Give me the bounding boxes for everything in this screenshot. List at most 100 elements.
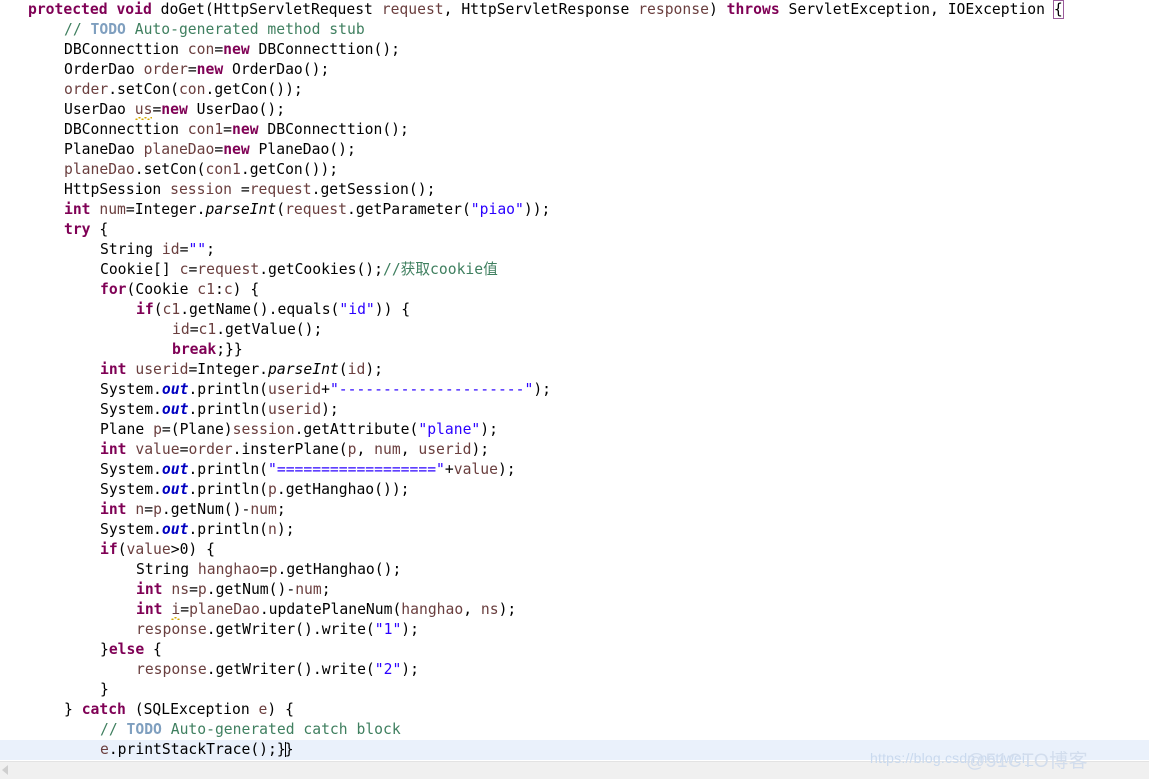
code-line[interactable]: if(value>0) {: [0, 540, 1149, 560]
code-line[interactable]: }else {: [0, 640, 1149, 660]
code-token-plain: =: [223, 121, 233, 138]
code-line[interactable]: DBConnecttion con=new DBConnecttion();: [0, 40, 1149, 60]
code-token-lvar: id: [172, 321, 190, 338]
code-token-kw: void: [116, 1, 152, 18]
code-token-lvar: order: [143, 61, 188, 78]
code-token-plain: }: [64, 701, 82, 718]
code-token-str: "": [188, 241, 207, 258]
code-line[interactable]: int userid=Integer.parseInt(id);: [0, 360, 1149, 380]
code-line[interactable]: System.out.println(userid+"-------------…: [0, 380, 1149, 400]
code-token-smeth: parseInt: [268, 361, 339, 378]
code-line[interactable]: Cookie[] c=request.getCookies();//获取cook…: [0, 260, 1149, 280]
code-line[interactable]: int value=order.insterPlane(p, num, user…: [0, 440, 1149, 460]
code-token-plain: Plane: [100, 421, 154, 438]
code-line[interactable]: String id="";: [0, 240, 1149, 260]
code-token-plain: +: [321, 381, 330, 398]
code-token-kw: int: [136, 601, 163, 618]
code-line[interactable]: int num=Integer.parseInt(request.getPara…: [0, 200, 1149, 220]
code-line[interactable]: int i=planeDao.updatePlaneNum(hanghao, n…: [0, 600, 1149, 620]
code-token-kw: new: [232, 121, 259, 138]
code-token-plain: =Integer.: [125, 201, 206, 218]
code-token-plain: String: [100, 241, 162, 258]
code-line[interactable]: System.out.println(userid);: [0, 400, 1149, 420]
code-token-plain: .insterPlane(: [232, 441, 348, 458]
code-token-cmt: //: [64, 21, 91, 38]
code-token-plain: .updatePlaneNum(: [259, 601, 402, 618]
code-line-content: System.out.println(userid);: [0, 400, 1149, 420]
code-line[interactable]: }: [0, 680, 1149, 700]
code-token-lvar: c: [223, 281, 233, 298]
code-token-lvar: num: [250, 501, 277, 518]
code-line[interactable]: try {: [0, 220, 1149, 240]
code-line-content: DBConnecttion con1=new DBConnecttion();: [0, 120, 1149, 140]
code-line[interactable]: int ns=p.getNum()-num;: [0, 580, 1149, 600]
code-line[interactable]: } catch (SQLException e) {: [0, 700, 1149, 720]
code-token-plain: );: [401, 621, 419, 638]
code-token-field: out: [161, 401, 189, 418]
code-token-field: out: [161, 481, 189, 498]
code-token-kw: new: [196, 61, 224, 78]
code-line[interactable]: OrderDao order=new OrderDao();: [0, 60, 1149, 80]
code-line[interactable]: order.setCon(con.getCon());: [0, 80, 1149, 100]
code-line-content: order.setCon(con.getCon());: [0, 80, 1149, 100]
code-token-lvar: id: [347, 361, 366, 378]
code-line[interactable]: protected void doGet(HttpServletRequest …: [0, 0, 1149, 20]
code-line[interactable]: id=c1.getValue();: [0, 320, 1149, 340]
code-line[interactable]: response.getWriter().write("2");: [0, 660, 1149, 680]
code-line[interactable]: System.out.println("=================="+…: [0, 460, 1149, 480]
code-token-plain: System.: [100, 461, 162, 478]
code-token-lvar: n: [268, 521, 277, 538]
code-token-plain: .getAttribute(: [294, 421, 419, 438]
code-line[interactable]: break;}}: [0, 340, 1149, 360]
code-editor[interactable]: protected void doGet(HttpServletRequest …: [0, 0, 1149, 779]
code-line[interactable]: Plane p=(Plane)session.getAttribute("pla…: [0, 420, 1149, 440]
code-line[interactable]: // TODO Auto-generated method stub: [0, 20, 1149, 40]
code-token-lvar: order: [64, 81, 109, 98]
code-line-content: // TODO Auto-generated method stub: [0, 20, 1149, 40]
code-token-lvar: planeDao: [64, 161, 135, 178]
code-token-kw: catch: [81, 701, 126, 718]
code-token-str: "2": [374, 661, 402, 678]
code-token-plain: ,: [463, 601, 481, 618]
code-token-todo: TODO: [126, 721, 162, 738]
code-token-kw: int: [100, 361, 127, 378]
code-line[interactable]: System.out.println(p.getHanghao());: [0, 480, 1149, 500]
code-token-lvar: p: [197, 581, 207, 598]
code-line[interactable]: HttpSession session =request.getSession(…: [0, 180, 1149, 200]
code-token-plain: =: [187, 61, 197, 78]
code-token-lvar: e: [100, 741, 109, 758]
code-text-area[interactable]: protected void doGet(HttpServletRequest …: [0, 0, 1149, 762]
code-token-lvar: c1: [162, 301, 181, 318]
code-token-plain: ) {: [232, 281, 260, 298]
code-line[interactable]: response.getWriter().write("1");: [0, 620, 1149, 640]
code-token-lvar: hanghao: [197, 561, 260, 578]
code-line[interactable]: String hanghao=p.getHanghao();: [0, 560, 1149, 580]
code-token-plain: .getCon());: [240, 161, 339, 178]
scroll-left-arrow-icon[interactable]: [2, 765, 8, 775]
code-token-plain: .getCookies();: [259, 261, 383, 278]
code-token-lvar: n: [135, 501, 145, 518]
code-line[interactable]: e.printStackTrace();}}: [0, 740, 1149, 760]
code-token-plain: +: [444, 461, 454, 478]
code-token-plain: HttpSession: [64, 181, 171, 198]
code-token-str: "1": [374, 621, 402, 638]
code-line[interactable]: for(Cookie c1:c) {: [0, 280, 1149, 300]
code-token-kw: int: [100, 441, 127, 458]
code-line-content: System.out.println("=================="+…: [0, 460, 1149, 480]
code-line[interactable]: if(c1.getName().equals("id")) {: [0, 300, 1149, 320]
code-token-brmatch: {: [1052, 0, 1064, 19]
code-line[interactable]: planeDao.setCon(con1.getCon());: [0, 160, 1149, 180]
code-token-cmt: //获取cookie值: [382, 261, 498, 278]
code-token-plain: .setCon(: [134, 161, 206, 178]
code-line[interactable]: DBConnecttion con1=new DBConnecttion();: [0, 120, 1149, 140]
code-line[interactable]: System.out.println(n);: [0, 520, 1149, 540]
code-token-plain: =: [180, 601, 190, 618]
code-token-kw: int: [100, 501, 127, 518]
code-line[interactable]: PlaneDao planeDao=new PlaneDao();: [0, 140, 1149, 160]
code-line[interactable]: // TODO Auto-generated catch block: [0, 720, 1149, 740]
code-line[interactable]: UserDao us=new UserDao();: [0, 100, 1149, 120]
code-token-lvar: response: [136, 621, 207, 638]
code-line[interactable]: int n=p.getNum()-num;: [0, 500, 1149, 520]
code-token-cmt: //: [100, 721, 127, 738]
horizontal-scrollbar[interactable]: [0, 761, 1149, 779]
